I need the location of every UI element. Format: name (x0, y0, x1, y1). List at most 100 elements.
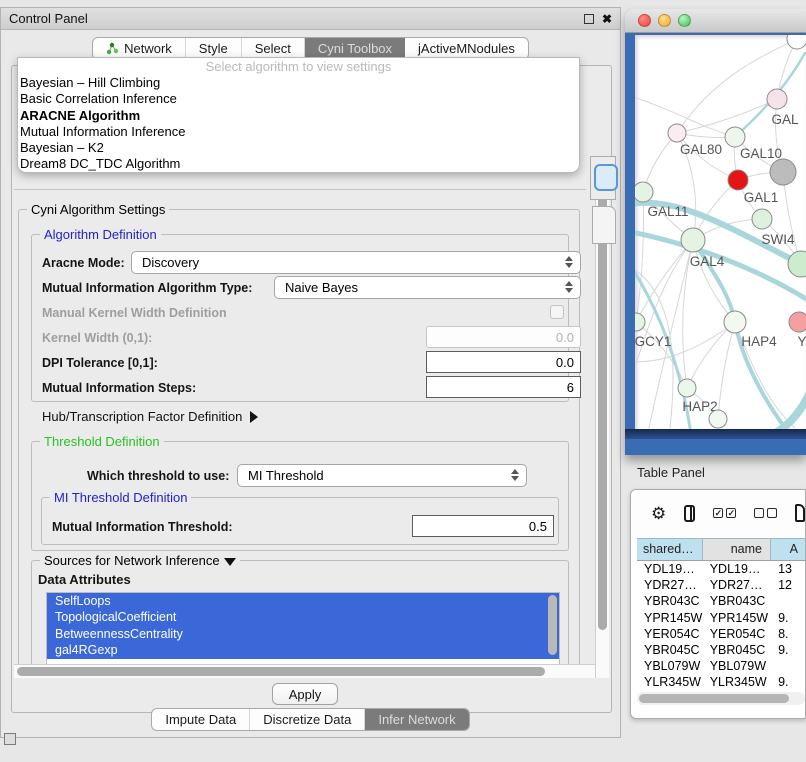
tab-label: Infer Network (378, 712, 455, 727)
tab-jactivemnodules[interactable]: jActiveMNodules (405, 38, 528, 59)
table-cell: 9. (771, 674, 806, 690)
attribute-list-item[interactable]: TopologicalCoefficient (47, 609, 559, 625)
new-column-icon[interactable] (795, 504, 805, 522)
close-traffic-light-icon[interactable] (638, 14, 651, 27)
mi-steps-value: 6 (567, 380, 574, 395)
network-window-frame (625, 429, 806, 439)
node-swi4[interactable] (788, 251, 806, 277)
table-cell: YLR345W (703, 674, 771, 690)
column-header-1[interactable]: shared… (637, 539, 703, 560)
dropdown-option[interactable]: Mutual Information Inference (18, 124, 579, 140)
node[interactable] (752, 209, 772, 229)
table-row[interactable]: YER054CYER054C8. (637, 626, 806, 642)
dropdown-option[interactable]: ARACNE Algorithm (18, 108, 579, 124)
settings-scroll-viewport: Cyni Algorithm Settings Algorithm Defini… (14, 189, 586, 664)
node-hap2[interactable] (678, 379, 696, 397)
node-gray[interactable] (770, 159, 796, 185)
minimized-panel-icon[interactable] (4, 733, 16, 745)
dropdown-option[interactable]: Bayesian – K2 (18, 140, 579, 156)
settings-horizontal-scrollbar[interactable] (14, 664, 595, 678)
tab-infer-network[interactable]: Infer Network (365, 709, 468, 730)
node-gal80[interactable] (668, 124, 686, 142)
table-cell: 9. (771, 610, 806, 626)
tab-select[interactable]: Select (242, 38, 305, 59)
table-cell: YER054C (703, 626, 771, 642)
node-label: GAL11 (647, 204, 688, 219)
node-gal4[interactable] (681, 228, 705, 252)
listbox-scrollbar[interactable] (548, 595, 557, 655)
which-threshold-label: Which threshold to use: (87, 469, 229, 483)
gear-icon[interactable]: ⚙ (651, 505, 666, 522)
table-cell: YER054C (637, 626, 703, 642)
table-cell: YLR345W (637, 674, 703, 690)
table-horizontal-scrollbar[interactable] (637, 692, 805, 705)
manual-kernel-width-checkbox[interactable] (550, 305, 564, 319)
mi-algorithm-type-combo[interactable]: Naive Bayes (274, 276, 581, 299)
tab-impute-data[interactable]: Impute Data (152, 709, 250, 730)
tab-style[interactable]: Style (186, 38, 242, 59)
expander-arrow-icon (250, 411, 258, 423)
network-canvas[interactable]: GALGAL80GAL10GAL1GAL11SWI4GAL4GCY1HAP4YH… (635, 35, 806, 429)
kernel-width-field[interactable]: 0.0 (426, 326, 581, 348)
table-cell: 9. (771, 642, 806, 658)
node-gal1[interactable] (728, 170, 748, 190)
node-hap4[interactable] (724, 311, 746, 333)
node-gal10[interactable] (725, 127, 745, 147)
select-all-icon[interactable]: ✓✓ (713, 508, 736, 518)
dpi-tolerance-field[interactable]: 0.0 (426, 351, 581, 373)
table-row[interactable]: YPR145WYPR145W9. (637, 610, 806, 626)
apply-button[interactable]: Apply (272, 683, 338, 705)
attribute-list-item[interactable]: gal4RGexp (47, 642, 559, 658)
table-cell: YBR045C (703, 642, 771, 658)
dropdown-option[interactable]: Dream8 DC_TDC Algorithm (18, 156, 579, 172)
tab-discretize-data[interactable]: Discretize Data (250, 709, 365, 730)
table-row[interactable]: YBR043CYBR043C (637, 593, 806, 609)
tab-cyni-toolbox[interactable]: Cyni Toolbox (305, 38, 405, 59)
node-gal11[interactable] (635, 182, 653, 202)
table-panel-title: Table Panel (637, 465, 705, 480)
spinner-arrows-icon (511, 469, 519, 481)
mi-threshold-field[interactable]: 0.5 (412, 515, 554, 537)
algorithm-dropdown-list: Select algorithm to view settings Bayesi… (17, 57, 580, 173)
which-threshold-combo[interactable]: MI Threshold (237, 464, 527, 487)
table-row[interactable]: YDR27…YDR27…12 (637, 577, 806, 593)
application-window: Control Panel ✖ Network Style SelectCyni T… (0, 0, 806, 762)
tab-label: Network (124, 41, 172, 56)
node-y[interactable] (789, 312, 806, 332)
table-row[interactable]: YDL19…YDL19…13 (637, 561, 806, 577)
tab-label: Style (199, 41, 228, 56)
node[interactable] (787, 35, 806, 49)
table-row[interactable]: YBL079WYBL079W (637, 658, 806, 674)
settings-vertical-scrollbar[interactable] (595, 189, 609, 678)
node-gal7[interactable] (767, 89, 787, 109)
attribute-list-item[interactable]: BetweennessCentrality (47, 626, 559, 642)
algorithm-definition-title: Algorithm Definition (40, 227, 161, 242)
dropdown-option[interactable]: Bayesian – Hill Climbing (18, 75, 579, 91)
data-attributes-listbox[interactable]: SelfLoopsTopologicalCoefficientBetweenne… (46, 592, 560, 664)
table-row[interactable]: YBR045CYBR045C9. (637, 642, 806, 658)
zoom-traffic-light-icon[interactable] (678, 14, 691, 27)
deselect-all-icon[interactable] (754, 508, 777, 518)
column-header-3[interactable]: A (771, 539, 806, 560)
attribute-list-item[interactable]: SelfLoops (47, 593, 559, 609)
float-window-icon[interactable] (584, 14, 594, 24)
control-panel-titlebar: Control Panel ✖ (1, 8, 620, 30)
aracne-mode-combo[interactable]: Discovery (131, 251, 581, 274)
dropdown-option[interactable]: Basic Correlation Inference (18, 91, 579, 107)
collapse-arrow-icon (224, 558, 236, 566)
node[interactable] (709, 410, 727, 428)
mi-steps-field[interactable]: 6 (426, 376, 581, 398)
hub-transcription-expander[interactable]: Hub/Transcription Factor Definition (42, 409, 258, 424)
node-label: GCY1 (635, 334, 671, 349)
table-row[interactable]: YLR345WYLR345W9. (637, 674, 806, 690)
dpi-tolerance-value: 0.0 (556, 355, 574, 370)
spinner-arrows-icon (565, 281, 573, 293)
close-icon[interactable]: ✖ (602, 14, 612, 24)
column-header-2[interactable]: name (703, 539, 771, 560)
node-label: Y (797, 334, 806, 349)
tab-network[interactable]: Network (93, 38, 186, 59)
minimize-traffic-light-icon[interactable] (658, 14, 671, 27)
network-window-titlebar[interactable] (625, 9, 806, 33)
mi-threshold-value: 0.5 (529, 519, 547, 534)
split-columns-icon[interactable] (684, 505, 695, 522)
